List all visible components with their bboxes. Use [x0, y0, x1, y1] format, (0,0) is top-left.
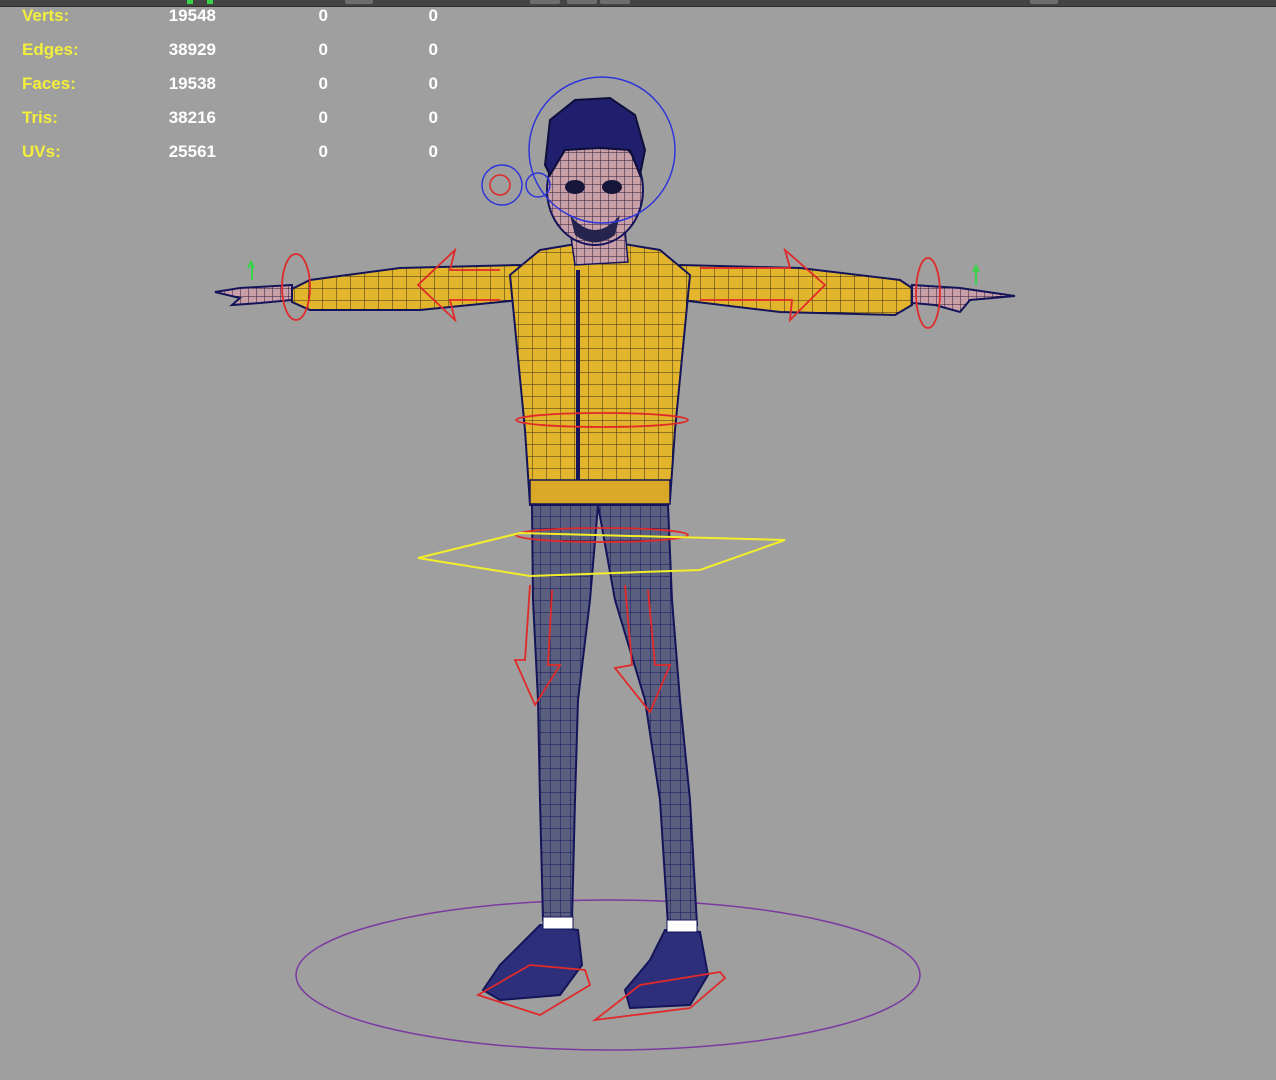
left-finger-control-icon[interactable]: [247, 259, 255, 280]
right-finger-control-icon[interactable]: [972, 263, 980, 285]
right-leg-mesh[interactable]: [596, 504, 699, 926]
torso-hoodie-mesh[interactable]: [508, 238, 692, 507]
hoodie-waistband: [529, 479, 671, 505]
left-sock: [542, 916, 574, 930]
left-hand-mesh[interactable]: [214, 283, 293, 307]
right-sock: [666, 919, 698, 933]
eye-look-control[interactable]: [481, 164, 523, 206]
eye-aim-control[interactable]: [489, 174, 511, 196]
3d-viewport[interactable]: Verts: 19548 0 0 Edges: 38929 0 0 Faces:…: [0, 0, 1276, 1080]
right-shoe-mesh[interactable]: [623, 928, 710, 1010]
left-leg-mesh[interactable]: [530, 504, 600, 921]
character-scene: [214, 76, 1016, 1051]
right-eye: [602, 180, 622, 194]
left-arm-mesh[interactable]: [288, 263, 521, 311]
ground-control-circle[interactable]: [295, 899, 921, 1051]
left-shoe-mesh[interactable]: [481, 923, 584, 1002]
right-arm-mesh[interactable]: [679, 263, 917, 317]
left-eye: [565, 180, 585, 194]
right-hand-mesh[interactable]: [911, 283, 1016, 314]
cog-control[interactable]: [417, 531, 786, 578]
